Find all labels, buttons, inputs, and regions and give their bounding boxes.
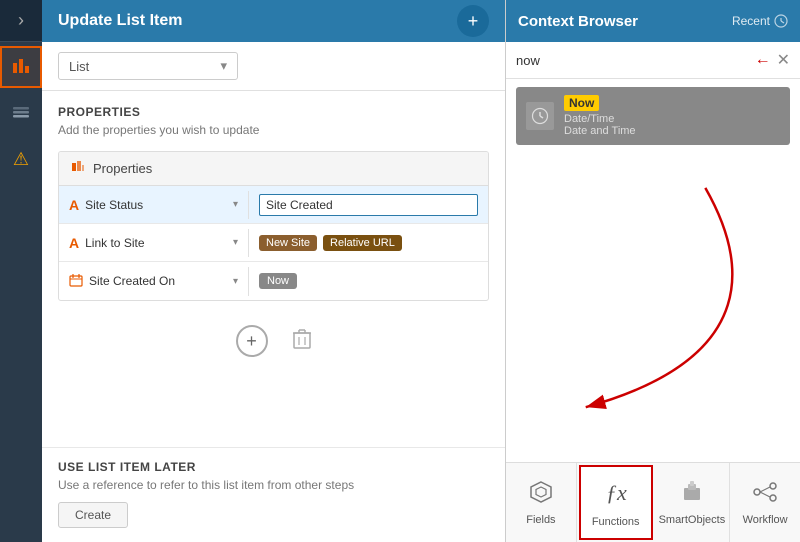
add-button[interactable]: +: [457, 5, 489, 37]
site-created-on-field[interactable]: Site Created On ▾: [59, 267, 249, 296]
functions-icon: ƒx: [602, 478, 630, 512]
add-property-button[interactable]: +: [236, 325, 268, 357]
field-chevron-icon: ▾: [233, 276, 238, 287]
search-input[interactable]: [516, 53, 749, 68]
properties-box: Properties A Site Status ▾ A Link to Sit…: [58, 151, 489, 301]
relative-url-tag: Relative URL: [323, 235, 402, 251]
field-chevron-icon: ▾: [233, 199, 238, 210]
result-item-name: Now: [564, 95, 599, 111]
use-list-item-section: USE LIST ITEM LATER Use a reference to r…: [42, 447, 505, 542]
chart-icon: [11, 55, 31, 80]
workflow-icon: [753, 480, 777, 510]
main-area: Update List Item + List ▾ PROPERTIES Add…: [42, 0, 505, 542]
table-row: A Link to Site ▾ New Site Relative URL: [59, 224, 488, 262]
result-item-icon: [526, 102, 554, 130]
layers-icon: [11, 101, 31, 126]
tab-workflow-label: Workflow: [743, 514, 788, 526]
sidebar-expand-button[interactable]: ›: [0, 0, 42, 42]
site-status-value[interactable]: [249, 188, 488, 222]
date-field-icon: [69, 273, 83, 290]
plus-icon: +: [246, 331, 257, 352]
recent-button[interactable]: Recent: [732, 14, 788, 28]
trash-icon: [292, 334, 312, 354]
use-section-description: Use a reference to refer to this list it…: [58, 478, 489, 492]
link-to-site-value: New Site Relative URL: [249, 229, 488, 257]
tab-fields-label: Fields: [526, 514, 555, 526]
right-panel: Context Browser Recent ← ✕ Now Date/Time…: [505, 0, 800, 542]
properties-title: PROPERTIES: [58, 105, 489, 119]
search-row: ← ✕: [506, 42, 800, 79]
fields-icon: [529, 480, 553, 510]
warning-icon: ⚠: [13, 149, 29, 170]
context-browser-title: Context Browser: [518, 13, 732, 30]
table-row: Site Created On ▾ Now: [59, 262, 488, 300]
list-dropdown[interactable]: List ▾: [58, 52, 238, 80]
smartobjects-icon: [680, 480, 704, 510]
create-button[interactable]: Create: [58, 502, 128, 528]
arrow-container: [506, 153, 800, 462]
site-status-label: Site Status: [85, 198, 227, 212]
expand-icon: ›: [18, 10, 24, 31]
properties-header: Properties: [59, 152, 488, 186]
properties-header-icon: [71, 160, 85, 177]
tab-smartobjects-label: SmartObjects: [659, 514, 726, 526]
action-row: +: [58, 315, 489, 371]
site-status-input[interactable]: [259, 194, 478, 216]
table-row: A Site Status ▾: [59, 186, 488, 224]
context-browser-header: Context Browser Recent: [506, 0, 800, 42]
main-header: Update List Item +: [42, 0, 505, 42]
link-to-site-label: Link to Site: [85, 236, 227, 250]
tab-functions-label: Functions: [592, 516, 640, 528]
properties-header-label: Properties: [93, 161, 152, 176]
page-title: Update List Item: [58, 12, 457, 30]
site-status-field[interactable]: A Site Status ▾: [59, 191, 249, 219]
bottom-tabs: Fields ƒx Functions SmartObjects Workflo…: [506, 462, 800, 542]
text-field-icon: A: [69, 235, 79, 251]
list-value: List: [69, 59, 89, 74]
now-tag: Now: [259, 273, 297, 289]
use-section-title: USE LIST ITEM LATER: [58, 460, 489, 474]
tab-fields[interactable]: Fields: [506, 463, 577, 542]
tab-functions[interactable]: ƒx Functions: [579, 465, 653, 540]
field-chevron-icon: ▾: [233, 237, 238, 248]
chevron-down-icon: ▾: [220, 58, 227, 74]
close-icon[interactable]: ✕: [777, 50, 790, 70]
list-row: List ▾: [42, 42, 505, 91]
recent-label: Recent: [732, 14, 770, 28]
text-field-icon: A: [69, 197, 79, 213]
properties-section: PROPERTIES Add the properties you wish t…: [42, 91, 505, 447]
site-created-on-label: Site Created On: [89, 274, 227, 288]
result-item-subtype: Date and Time: [564, 125, 636, 137]
tab-smartobjects[interactable]: SmartObjects: [655, 463, 731, 542]
sidebar: › ⚠: [0, 0, 42, 542]
result-item-text: Now Date/Time Date and Time: [564, 95, 636, 137]
new-site-tag: New Site: [259, 235, 317, 251]
sidebar-item-layers[interactable]: [0, 92, 42, 134]
arrow-left-icon: ←: [755, 51, 771, 69]
properties-description: Add the properties you wish to update: [58, 123, 489, 137]
sidebar-item-chart[interactable]: [0, 46, 42, 88]
link-to-site-field[interactable]: A Link to Site ▾: [59, 229, 249, 257]
tab-workflow[interactable]: Workflow: [730, 463, 800, 542]
result-item-type: Date/Time: [564, 113, 636, 125]
site-created-on-value: Now: [249, 267, 488, 295]
delete-property-button[interactable]: [292, 328, 312, 355]
create-button-row: Create: [58, 502, 489, 528]
search-result-item[interactable]: Now Date/Time Date and Time: [516, 87, 790, 145]
sidebar-item-warning[interactable]: ⚠: [0, 138, 42, 180]
svg-text:ƒx: ƒx: [606, 480, 627, 505]
